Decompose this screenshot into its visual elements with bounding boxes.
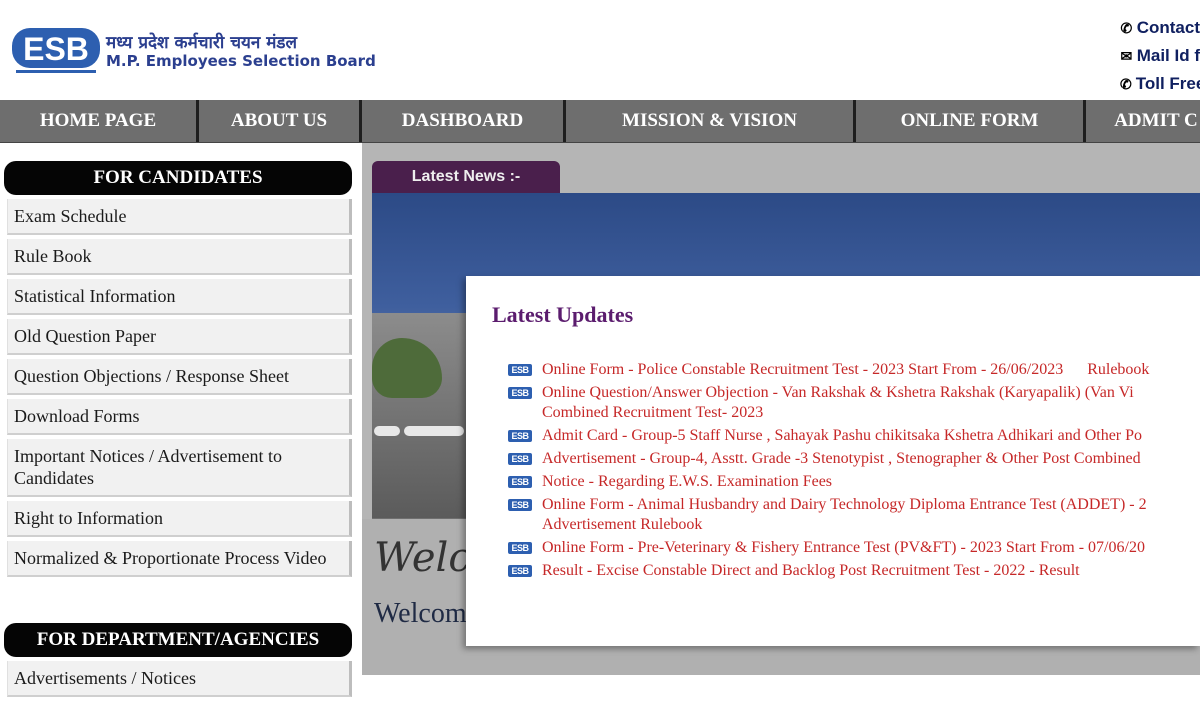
- sidebar-item-important-notices[interactable]: Important Notices / Advertisement to Can…: [7, 439, 352, 497]
- welcome-text: Welcom: [374, 598, 467, 629]
- sidebar-item-rule-book[interactable]: Rule Book: [7, 239, 352, 275]
- esb-icon: ESB: [508, 542, 532, 554]
- esb-icon: ESB: [508, 453, 532, 465]
- esb-icon: ESB: [508, 499, 532, 511]
- sidebar-item-advertisements-notices[interactable]: Advertisements / Notices: [7, 661, 352, 697]
- update-item[interactable]: ESB Admit Card - Group-5 Staff Nurse , S…: [508, 426, 1200, 446]
- latest-news-tab[interactable]: Latest News :-: [372, 161, 560, 193]
- site-header: ESB मध्य प्रदेश कर्मचारी चयन मंडल M.P. E…: [0, 0, 1200, 100]
- nav-mission-vision[interactable]: MISSION & VISION: [566, 100, 856, 142]
- sidebar-item-normalized-process-video[interactable]: Normalized & Proportionate Process Video: [7, 541, 352, 577]
- banner-car: [374, 426, 400, 436]
- department-menu: Advertisements / Notices: [7, 661, 352, 701]
- esb-icon: ESB: [508, 430, 532, 442]
- update-item[interactable]: ESB Online Form - Police Constable Recru…: [508, 360, 1200, 380]
- org-name-english: M.P. Employees Selection Board: [106, 52, 376, 70]
- nav-home-page[interactable]: HOME PAGE: [0, 100, 199, 142]
- phone-icon: ✆: [1120, 20, 1133, 36]
- contact-info: ✆ Contact ✉ Mail Id f ✆ Toll Free: [1120, 14, 1200, 98]
- update-item[interactable]: ESB Online Form - Animal Husbandry and D…: [508, 495, 1200, 535]
- updates-list: ESB Online Form - Police Constable Recru…: [508, 360, 1200, 584]
- toll-free-row[interactable]: ✆ Toll Free: [1120, 70, 1200, 98]
- update-item[interactable]: ESB Online Question/Answer Objection - V…: [508, 383, 1200, 423]
- phone-icon: ✆: [1120, 76, 1132, 92]
- for-department-heading: FOR DEPARTMENT/AGENCIES: [4, 623, 352, 657]
- update-item[interactable]: ESB Online Form - Pre-Veterinary & Fishe…: [508, 538, 1200, 558]
- candidates-menu: Exam Schedule Rule Book Statistical Info…: [7, 199, 352, 581]
- mail-row[interactable]: ✉ Mail Id f: [1120, 42, 1200, 70]
- esb-logo[interactable]: ESB: [12, 24, 100, 76]
- latest-updates-title: Latest Updates: [492, 302, 634, 327]
- rulebook-link[interactable]: Rulebook: [1087, 360, 1149, 380]
- update-item[interactable]: ESB Advertisement - Group-4, Asstt. Grad…: [508, 449, 1200, 469]
- main-content: Latest News :- Welco Welcom Latest Updat…: [362, 143, 1200, 675]
- mail-icon: ✉: [1120, 48, 1133, 64]
- sidebar-item-exam-schedule[interactable]: Exam Schedule: [7, 199, 352, 235]
- latest-updates-popup: Latest Updates ESB Online Form - Police …: [466, 276, 1200, 646]
- update-item[interactable]: ESB Notice - Regarding E.W.S. Examinatio…: [508, 472, 1200, 492]
- esb-icon: ESB: [508, 565, 532, 577]
- update-item[interactable]: ESB Result - Excise Constable Direct and…: [508, 561, 1200, 581]
- esb-icon: ESB: [508, 476, 532, 488]
- svg-text:ESB: ESB: [23, 31, 89, 67]
- sidebar-item-download-forms[interactable]: Download Forms: [7, 399, 352, 435]
- sidebar-item-statistical-information[interactable]: Statistical Information: [7, 279, 352, 315]
- main-nav: HOME PAGE ABOUT US DASHBOARD MISSION & V…: [0, 100, 1200, 143]
- org-name-hindi: मध्य प्रदेश कर्मचारी चयन मंडल: [106, 33, 298, 53]
- esb-icon: ESB: [508, 387, 532, 399]
- nav-online-form[interactable]: ONLINE FORM: [856, 100, 1086, 142]
- nav-admit-card[interactable]: ADMIT C: [1086, 100, 1200, 142]
- nav-about-us[interactable]: ABOUT US: [199, 100, 362, 142]
- sidebar-item-right-to-information[interactable]: Right to Information: [7, 501, 352, 537]
- contact-row[interactable]: ✆ Contact: [1120, 14, 1200, 42]
- sidebar-item-old-question-paper[interactable]: Old Question Paper: [7, 319, 352, 355]
- nav-dashboard[interactable]: DASHBOARD: [362, 100, 566, 142]
- sidebar: FOR CANDIDATES Exam Schedule Rule Book S…: [0, 143, 362, 697]
- for-candidates-heading: FOR CANDIDATES: [4, 161, 352, 195]
- esb-icon: ESB: [508, 364, 532, 376]
- banner-car: [404, 426, 464, 436]
- sidebar-item-question-objections[interactable]: Question Objections / Response Sheet: [7, 359, 352, 395]
